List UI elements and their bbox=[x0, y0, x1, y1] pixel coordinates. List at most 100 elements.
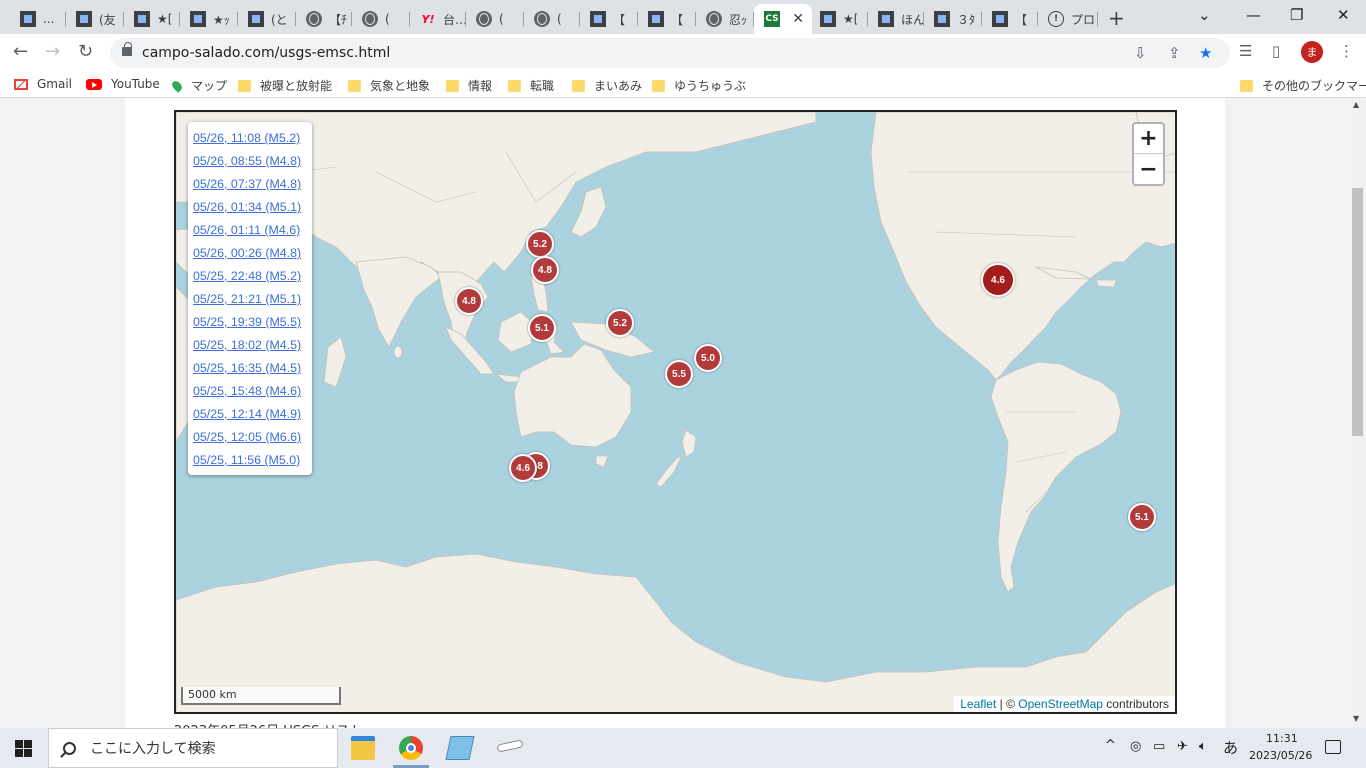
tray-expand-icon[interactable]: ^ bbox=[1105, 738, 1116, 753]
bookmark-item[interactable]: ゆうちゅうぶ bbox=[652, 77, 746, 94]
bookmark-item[interactable]: マップ bbox=[170, 77, 227, 94]
tab[interactable]: (友 bbox=[66, 4, 124, 34]
restore-icon[interactable]: ❐ bbox=[1290, 6, 1303, 24]
zoom-in-button[interactable]: + bbox=[1134, 124, 1163, 154]
scroll-thumb[interactable] bbox=[1352, 188, 1363, 436]
bookmark-item[interactable]: 被曝と放射能 bbox=[238, 77, 332, 94]
bookmark-item[interactable]: まいあみ bbox=[572, 77, 642, 94]
event-link[interactable]: 05/25, 18:02 (M4.5) bbox=[193, 334, 307, 357]
quake-marker[interactable]: 5.0 bbox=[694, 344, 722, 372]
bookmark-star-icon[interactable]: ★ bbox=[1199, 44, 1212, 62]
reload-icon[interactable]: ↻ bbox=[78, 41, 93, 62]
dark-square-icon bbox=[20, 11, 36, 27]
camera-icon[interactable]: ◎ bbox=[1130, 739, 1141, 754]
event-link[interactable]: 05/26, 00:26 (M4.8) bbox=[193, 242, 307, 265]
quake-marker[interactable]: 4.8 bbox=[455, 287, 483, 315]
event-link[interactable]: 05/26, 07:37 (M4.8) bbox=[193, 173, 307, 196]
event-link[interactable]: 05/26, 08:55 (M4.8) bbox=[193, 150, 307, 173]
event-link[interactable]: 05/25, 12:14 (M4.9) bbox=[193, 403, 307, 426]
clock-time[interactable]: 11:31 bbox=[1266, 732, 1298, 745]
notification-icon[interactable] bbox=[1325, 740, 1341, 754]
address-bar[interactable]: campo-salado.com/usgs-emsc.html ⇩ ⇪ ★ bbox=[110, 38, 1230, 68]
osm-link[interactable]: OpenStreetMap bbox=[1018, 697, 1103, 711]
file-explorer-icon[interactable] bbox=[351, 736, 375, 760]
airplane-app-icon[interactable] bbox=[496, 739, 524, 753]
airplane-mode-icon[interactable]: ✈ bbox=[1177, 739, 1188, 754]
hispaniola bbox=[1095, 279, 1117, 288]
tab[interactable]: ! プロ bbox=[1038, 4, 1098, 34]
tab[interactable]: 忍ｯ bbox=[696, 4, 754, 34]
taskbar-search[interactable]: ここに入力して検索 bbox=[48, 728, 338, 768]
event-link[interactable]: 05/25, 16:35 (M4.5) bbox=[193, 357, 307, 380]
tab[interactable]: Y! 台… bbox=[410, 4, 466, 34]
media-control-icon[interactable]: ☰ bbox=[1239, 42, 1252, 60]
profile-avatar[interactable]: ま bbox=[1301, 41, 1323, 63]
side-panel-icon[interactable]: ▯ bbox=[1272, 42, 1280, 60]
tab-search-icon[interactable]: ⌄ bbox=[1198, 6, 1211, 24]
event-link[interactable]: 05/25, 21:21 (M5.1) bbox=[193, 288, 307, 311]
tab[interactable]: ( bbox=[466, 4, 524, 34]
tab[interactable]: ( bbox=[352, 4, 410, 34]
earthquake-map[interactable]: 05/26, 11:08 (M5.2) 05/26, 08:55 (M4.8) 05… bbox=[174, 110, 1177, 714]
menu-icon[interactable]: ⋮ bbox=[1339, 42, 1354, 60]
bookmark-item[interactable]: YouTube bbox=[86, 77, 160, 91]
bookmark-item[interactable]: Gmail bbox=[14, 77, 72, 91]
tab[interactable]: 【 bbox=[638, 4, 696, 34]
tab[interactable]: ... bbox=[10, 4, 66, 34]
leaflet-link[interactable]: Leaflet bbox=[960, 697, 996, 711]
quake-marker[interactable]: 4.8 bbox=[531, 256, 559, 284]
dark-square-icon bbox=[820, 11, 836, 27]
event-link[interactable]: 05/25, 19:39 (M5.5) bbox=[193, 311, 307, 334]
tab[interactable]: 【 bbox=[580, 4, 638, 34]
event-link[interactable]: 05/25, 22:48 (M5.2) bbox=[193, 265, 307, 288]
tab[interactable]: 【 bbox=[982, 4, 1038, 34]
quake-marker[interactable]: 5.5 bbox=[665, 360, 693, 388]
tab-active[interactable]: CS ✕ bbox=[754, 4, 812, 34]
back-icon[interactable]: ← bbox=[13, 41, 28, 62]
quake-marker[interactable]: 5.2 bbox=[526, 230, 554, 258]
quake-marker[interactable]: 4.6 bbox=[509, 454, 537, 482]
battery-icon[interactable]: ▭ bbox=[1153, 739, 1165, 754]
close-window-icon[interactable]: ✕ bbox=[1337, 6, 1350, 24]
windows-start-icon[interactable] bbox=[15, 740, 32, 757]
event-link[interactable]: 05/25, 11:56 (M5.0) bbox=[193, 449, 307, 472]
event-link[interactable]: 05/26, 11:08 (M5.2) bbox=[193, 127, 307, 150]
notepad-icon[interactable] bbox=[445, 736, 475, 760]
quake-marker[interactable]: 5.2 bbox=[606, 309, 634, 337]
scroll-up-arrow-icon[interactable]: ▲ bbox=[1353, 100, 1359, 109]
bookmark-item[interactable]: 情報 bbox=[446, 77, 492, 94]
tab[interactable]: ★[ bbox=[810, 4, 868, 34]
event-link[interactable]: 05/26, 01:34 (M5.1) bbox=[193, 196, 307, 219]
quake-marker[interactable]: 5.1 bbox=[1128, 503, 1156, 531]
chrome-icon[interactable] bbox=[399, 736, 423, 760]
minimize-icon[interactable]: — bbox=[1246, 6, 1261, 24]
scroll-down-arrow-icon[interactable]: ▼ bbox=[1353, 714, 1359, 723]
tab[interactable]: (と bbox=[238, 4, 296, 34]
bookmark-item[interactable]: 転職 bbox=[508, 77, 554, 94]
event-link[interactable]: 05/25, 15:48 (M4.6) bbox=[193, 380, 307, 403]
tab[interactable]: ★ｯ bbox=[180, 4, 238, 34]
bookmark-item[interactable]: 気象と地象 bbox=[348, 77, 430, 94]
close-tab-icon[interactable]: ✕ bbox=[792, 11, 804, 27]
tab[interactable]: ( bbox=[524, 4, 580, 34]
lock-icon[interactable] bbox=[122, 42, 132, 56]
forward-icon[interactable]: → bbox=[45, 41, 60, 62]
volume-icon[interactable]: 🔈︎ bbox=[1199, 739, 1207, 754]
install-icon[interactable]: ⇩ bbox=[1134, 44, 1147, 62]
dark-square-icon bbox=[934, 11, 950, 27]
event-link[interactable]: 05/26, 01:11 (M4.6) bbox=[193, 219, 307, 242]
quake-marker[interactable]: 5.1 bbox=[528, 314, 556, 342]
ime-indicator[interactable]: あ bbox=[1223, 737, 1238, 758]
share-icon[interactable]: ⇪ bbox=[1168, 44, 1181, 62]
other-bookmarks[interactable]: その他のブックマーク bbox=[1240, 77, 1366, 94]
tab[interactable]: 【ﾁ bbox=[296, 4, 352, 34]
tab[interactable]: ほん bbox=[868, 4, 924, 34]
event-link[interactable]: 05/25, 12:05 (M6.6) bbox=[193, 426, 307, 449]
new-tab-button[interactable]: + bbox=[1108, 6, 1125, 30]
page-scrollbar[interactable]: ▲ ▼ bbox=[1349, 98, 1366, 728]
quake-marker[interactable]: 4.6 bbox=[981, 263, 1015, 297]
tab[interactable]: ３ﾀ bbox=[924, 4, 982, 34]
zoom-out-button[interactable]: − bbox=[1134, 154, 1163, 184]
clock-date[interactable]: 2023/05/26 bbox=[1249, 749, 1312, 762]
tab[interactable]: ★[ bbox=[124, 4, 180, 34]
